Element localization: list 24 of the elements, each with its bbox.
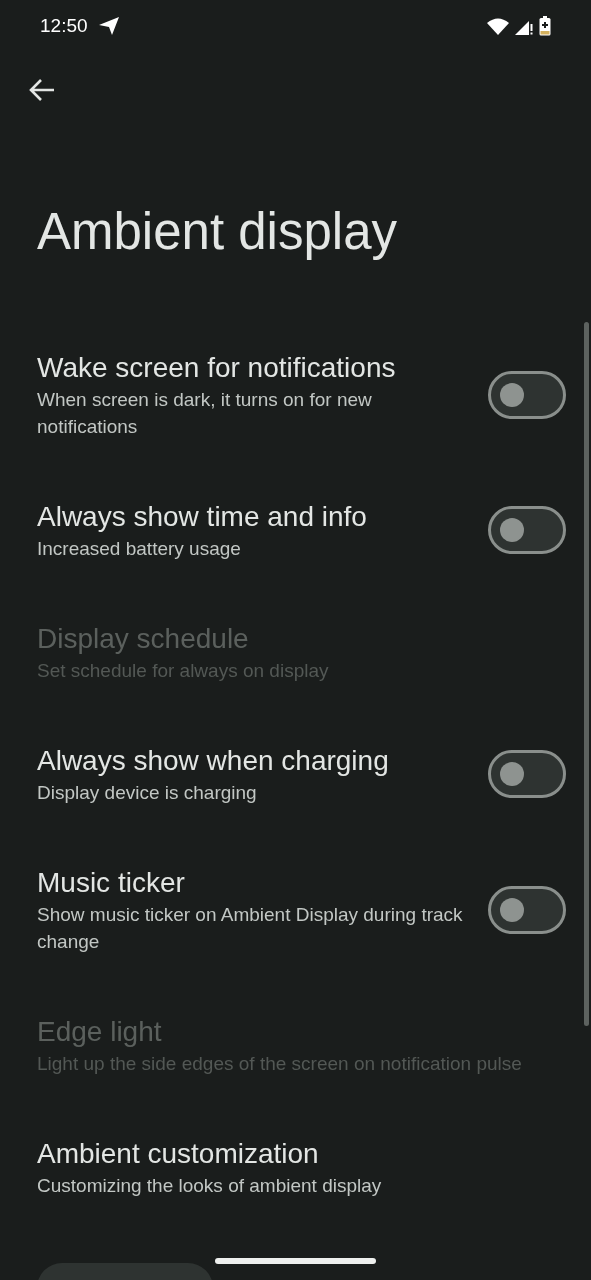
setting-title[interactable]: Music ticker	[37, 864, 468, 901]
setting-title[interactable]: Always show time and info	[37, 498, 468, 535]
toggle-switch[interactable]	[488, 750, 566, 798]
setting-summary: Customizing the looks of ambient display	[37, 1174, 383, 1198]
setting-title[interactable]: Always show when charging	[37, 742, 468, 779]
wifi-icon	[487, 17, 509, 35]
setting-summary: Display device is charging	[37, 781, 258, 805]
toggle-switch[interactable]	[488, 506, 566, 554]
setting-title: Display schedule	[37, 622, 250, 656]
toggle-switch[interactable]	[488, 885, 566, 934]
back-arrow-icon	[29, 78, 55, 102]
clock: 12:50	[40, 13, 88, 38]
setting-title[interactable]: Ambient customization	[37, 1135, 566, 1172]
paper-plane-icon	[97, 16, 120, 36]
setting-summary: Set schedule for always on display	[37, 659, 330, 683]
setting-summary: Light up the side edges of the screen on notification pulse	[37, 1052, 523, 1076]
setting-summary: Increased battery usage	[37, 537, 242, 561]
page-title: Ambient display	[37, 202, 398, 262]
setting-title: Edge light	[37, 1015, 163, 1049]
battery-charging-icon	[539, 16, 551, 36]
toggle-switch[interactable]	[488, 370, 566, 419]
setting-summary: Show music ticker on Ambient Display during track change	[37, 903, 464, 954]
setting-summary: When screen is dark, it turns on for new notifications	[37, 388, 373, 439]
setting-title[interactable]: Wake screen for notifications	[37, 349, 468, 386]
